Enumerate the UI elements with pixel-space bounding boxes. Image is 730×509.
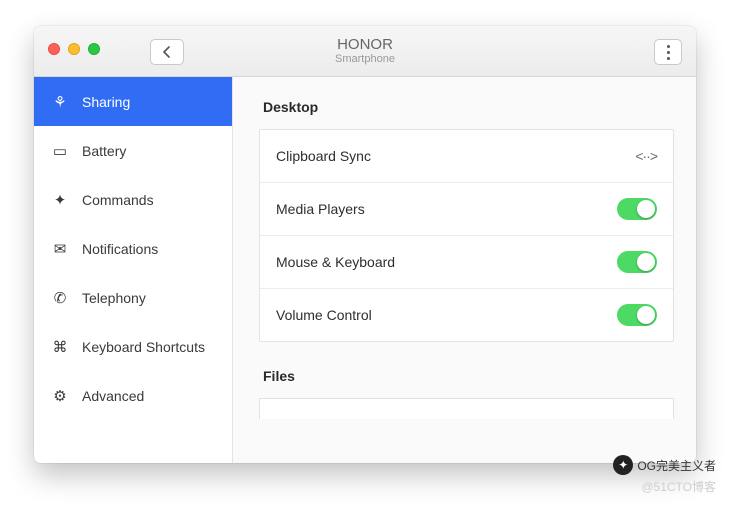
- sidebar-item-label: Sharing: [82, 94, 130, 110]
- media-players-row[interactable]: Media Players: [260, 182, 673, 235]
- section-title-files: Files: [263, 368, 674, 384]
- row-label: Clipboard Sync: [276, 148, 371, 164]
- keyboard-icon: ⌘: [52, 338, 68, 356]
- content-pane: Desktop Clipboard Sync <··> Media Player…: [233, 77, 696, 463]
- kebab-icon: [667, 45, 670, 60]
- code-ellipsis-icon: <··>: [635, 148, 657, 164]
- sidebar-item-notifications[interactable]: ✉ Notifications: [34, 224, 232, 273]
- more-options-button[interactable]: [654, 39, 682, 65]
- sidebar-item-advanced[interactable]: ⚙ Advanced: [34, 371, 232, 420]
- window-subtitle: Smartphone: [335, 53, 395, 66]
- sidebar: ⚘ Sharing ▭ Battery ✦ Commands ✉ Notific…: [34, 77, 233, 463]
- volume-control-row[interactable]: Volume Control: [260, 288, 673, 341]
- wechat-icon: ✦: [613, 455, 633, 475]
- advanced-icon: ⚙: [52, 387, 68, 405]
- titlebar: HONOR Smartphone: [34, 26, 696, 77]
- sidebar-item-label: Keyboard Shortcuts: [82, 339, 205, 355]
- minimize-window-button[interactable]: [68, 43, 80, 55]
- sidebar-item-telephony[interactable]: ✆ Telephony: [34, 273, 232, 322]
- sidebar-item-label: Commands: [82, 192, 154, 208]
- sidebar-item-label: Telephony: [82, 290, 146, 306]
- sidebar-item-label: Notifications: [82, 241, 158, 257]
- battery-icon: ▭: [52, 142, 68, 160]
- section-title-desktop: Desktop: [263, 99, 674, 115]
- app-window: HONOR Smartphone ⚘ Sharing ▭ Battery ✦ C…: [34, 26, 696, 463]
- wechat-watermark: ✦ OG完美主义者: [613, 455, 716, 475]
- mouse-keyboard-row[interactable]: Mouse & Keyboard: [260, 235, 673, 288]
- zoom-window-button[interactable]: [88, 43, 100, 55]
- commands-icon: ✦: [52, 191, 68, 209]
- sidebar-item-battery[interactable]: ▭ Battery: [34, 126, 232, 175]
- sidebar-item-label: Advanced: [82, 388, 144, 404]
- wechat-watermark-text: OG完美主义者: [637, 457, 716, 474]
- row-label: Media Players: [276, 201, 365, 217]
- row-label: Mouse & Keyboard: [276, 254, 395, 270]
- sidebar-item-sharing[interactable]: ⚘ Sharing: [34, 77, 232, 126]
- chevron-left-icon: [163, 46, 171, 58]
- row-label: Volume Control: [276, 307, 372, 323]
- window-traffic-lights: [48, 43, 100, 55]
- files-section-card: [259, 398, 674, 419]
- sidebar-item-commands[interactable]: ✦ Commands: [34, 175, 232, 224]
- share-icon: ⚘: [52, 93, 68, 111]
- clipboard-sync-row[interactable]: Clipboard Sync <··>: [260, 130, 673, 182]
- notifications-icon: ✉: [52, 240, 68, 258]
- blog-watermark: @51CTO博客: [641, 478, 716, 495]
- media-players-toggle[interactable]: [617, 198, 657, 220]
- window-title: HONOR: [335, 36, 395, 53]
- mouse-keyboard-toggle[interactable]: [617, 251, 657, 273]
- telephony-icon: ✆: [52, 289, 68, 307]
- volume-control-toggle[interactable]: [617, 304, 657, 326]
- back-button[interactable]: [150, 39, 184, 65]
- sidebar-item-keyboard-shortcuts[interactable]: ⌘ Keyboard Shortcuts: [34, 322, 232, 371]
- sidebar-item-label: Battery: [82, 143, 126, 159]
- desktop-section-card: Clipboard Sync <··> Media Players Mouse …: [259, 129, 674, 342]
- close-window-button[interactable]: [48, 43, 60, 55]
